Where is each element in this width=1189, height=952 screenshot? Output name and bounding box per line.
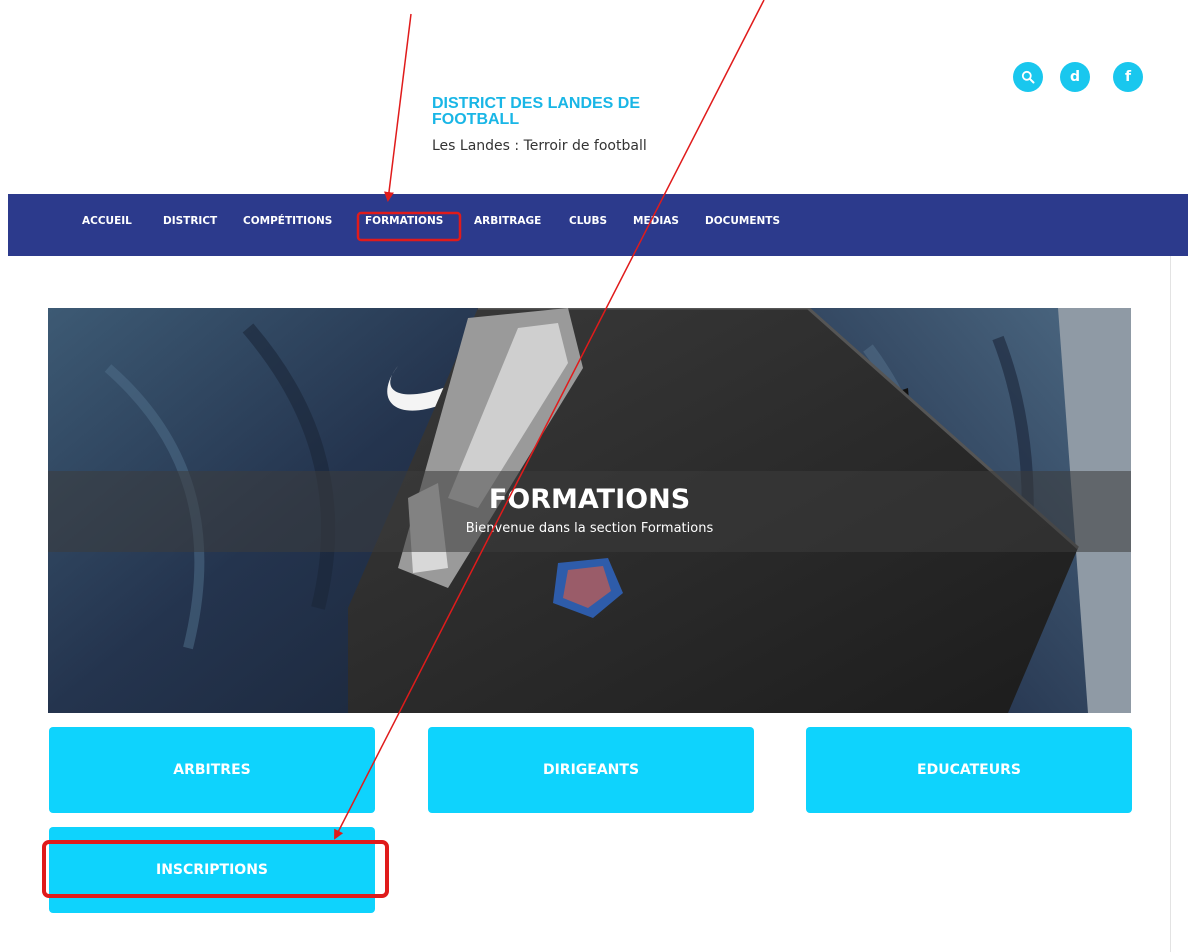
letter-d-icon: d [1069, 69, 1081, 85]
tile-educateurs[interactable]: EDUCATEURS [806, 727, 1132, 813]
search-button[interactable] [1013, 62, 1043, 92]
nav-item-arbitrage[interactable]: ARBITRAGE [474, 215, 541, 227]
tile-label: EDUCATEURS [917, 762, 1021, 778]
main-navigation: ACCUEIL DISTRICT COMPÉTITIONS FORMATIONS… [8, 194, 1188, 256]
nav-item-medias[interactable]: MEDIAS [633, 215, 679, 227]
nav-item-formations[interactable]: FORMATIONS [365, 215, 443, 227]
hero-banner: FORMATIONS Bienvenue dans la section For… [48, 308, 1131, 713]
search-icon [1021, 70, 1035, 84]
nav-item-accueil[interactable]: ACCUEIL [82, 215, 132, 227]
tile-label: DIRIGEANTS [542, 762, 640, 778]
top-instruction-text-cropped [8, 0, 1188, 14]
tile-dirigeants[interactable]: DIRIGEANTS [428, 727, 754, 813]
tile-label: INSCRIPTIONS [156, 862, 268, 878]
nav-item-competitions[interactable]: COMPÉTITIONS [243, 215, 332, 227]
tile-inscriptions[interactable]: INSCRIPTIONS [49, 827, 375, 913]
nav-item-documents[interactable]: DOCUMENTS [705, 215, 780, 227]
facebook-button[interactable]: f [1113, 62, 1143, 92]
annotation-arrow-to-formations [384, 13, 412, 202]
hero-title: FORMATIONS [488, 484, 691, 515]
nav-item-district[interactable]: DISTRICT [163, 215, 217, 227]
facebook-icon: f [1124, 69, 1132, 85]
page-edge-divider [1170, 256, 1171, 952]
page: d f DISTRICT DES LANDES DE FOOTBALL Les … [0, 0, 1189, 952]
tile-arbitres[interactable]: ARBITRES [49, 727, 375, 813]
site-title[interactable]: DISTRICT DES LANDES DE FOOTBALL [432, 96, 702, 128]
site-tagline: Les Landes : Terroir de football [432, 138, 647, 154]
tile-label: ARBITRES [173, 762, 251, 778]
dailymotion-button[interactable]: d [1060, 62, 1090, 92]
nav-item-clubs[interactable]: CLUBS [569, 215, 607, 227]
hero-subtitle: Bienvenue dans la section Formations [465, 521, 714, 536]
